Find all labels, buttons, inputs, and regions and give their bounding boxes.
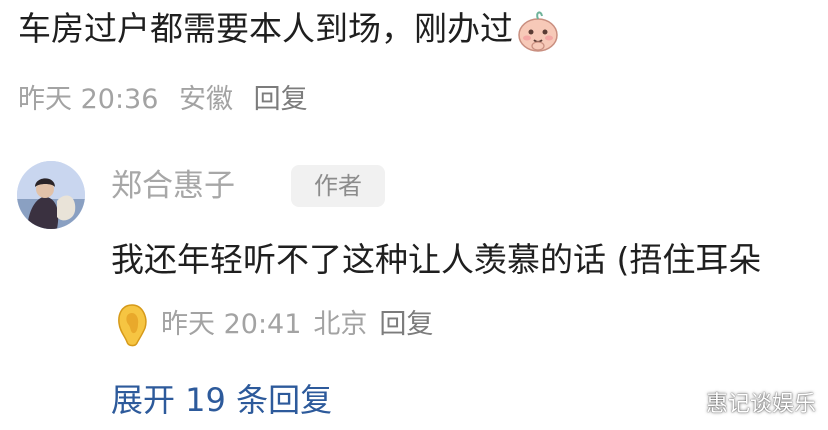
reply-location: 北京 [313, 309, 368, 340]
author-badge: 作者 [291, 165, 385, 207]
top-comment-meta: 昨天 20:36 安徽 回复 [18, 77, 320, 116]
comment-time: 昨天 20:36 [18, 84, 159, 115]
top-comment: 车房过户都需要本人到场，刚办过 [18, 6, 561, 53]
reply-body: 我还年轻听不了这种让人羡慕的话 (捂住耳朵 昨天 20:41 北京 回复 [111, 228, 811, 356]
ear-icon [118, 303, 147, 346]
avatar-image [17, 161, 85, 229]
smirk-bunny-emoji-icon [518, 10, 558, 52]
comment-location: 安徽 [179, 84, 233, 115]
watermark: 惠记谈娱乐 [705, 392, 816, 417]
reply-reply-button[interactable]: 回复 [379, 309, 433, 340]
top-comment-text: 车房过户都需要本人到场，刚办过 [18, 9, 513, 48]
reply-author-name[interactable]: 郑合惠子 [111, 160, 235, 205]
reply-meta: 昨天 20:41 北京 回复 [161, 309, 445, 340]
author-avatar[interactable] [17, 161, 85, 229]
comment-reply-button[interactable]: 回复 [254, 84, 308, 115]
expand-replies-button[interactable]: 展开 19 条回复 [111, 375, 332, 421]
reply-text: 我还年轻听不了这种让人羡慕的话 (捂住耳朵 [111, 240, 762, 279]
reply-time: 昨天 20:41 [161, 309, 302, 340]
